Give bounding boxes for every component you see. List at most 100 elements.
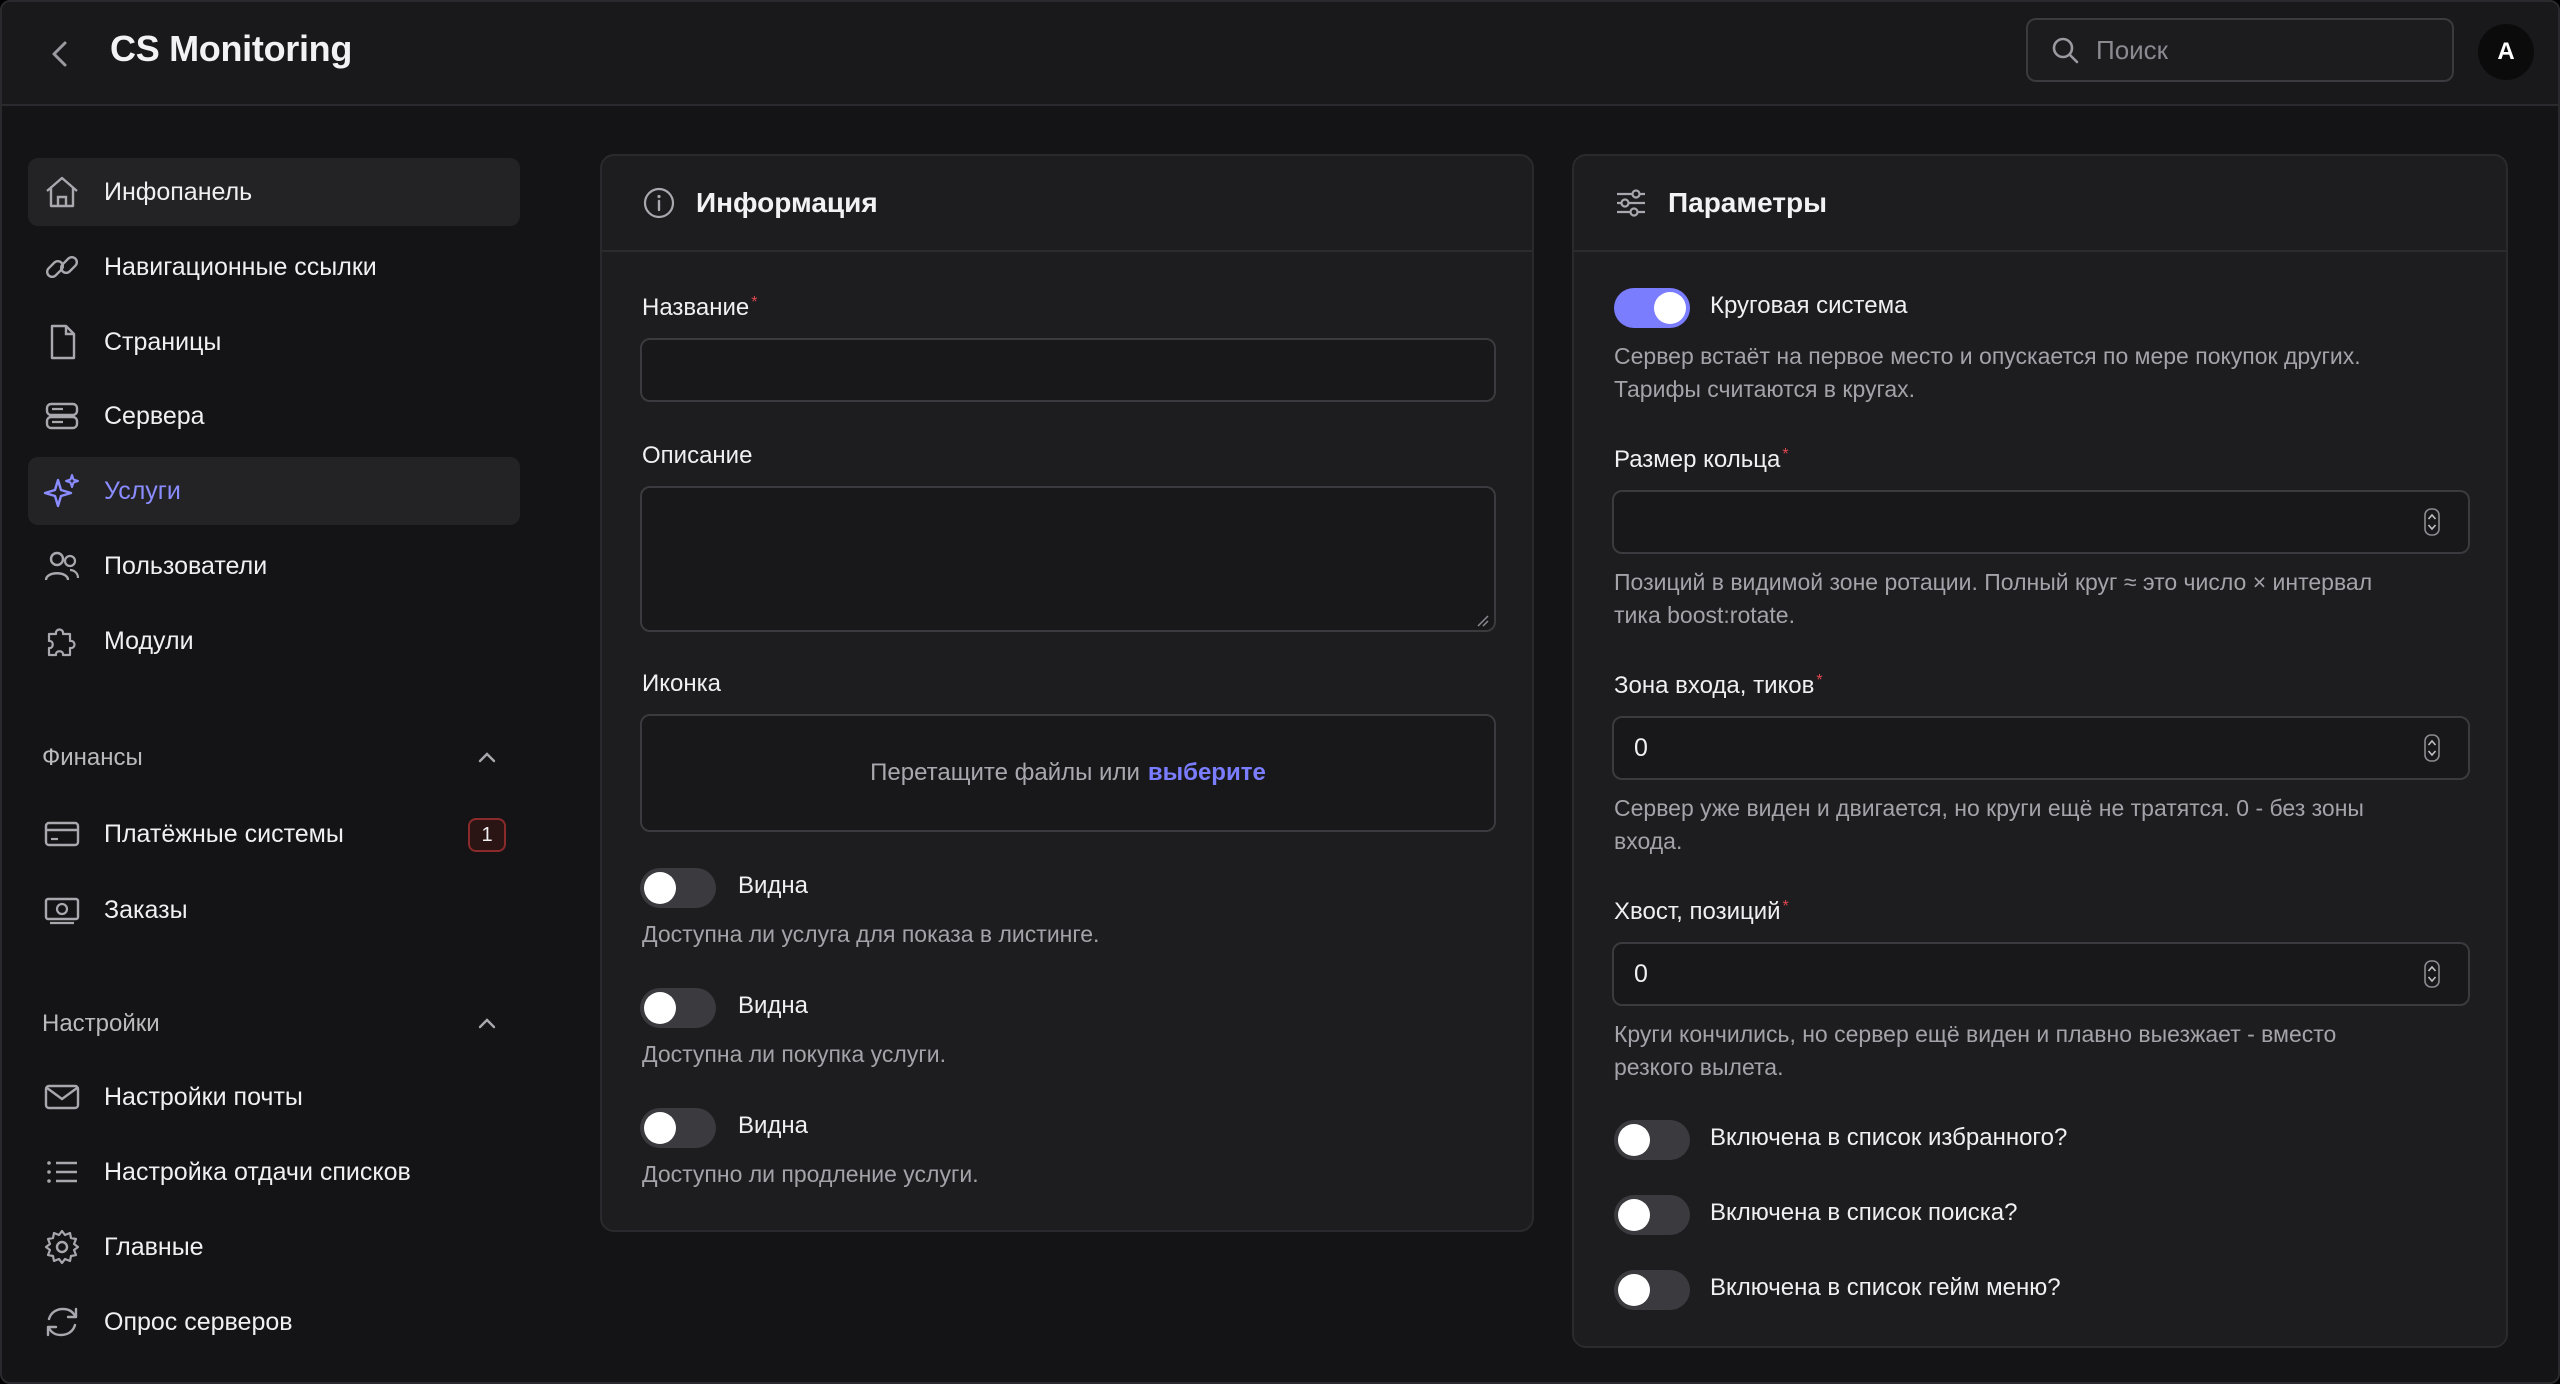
sidebar-item-general[interactable]: Главные <box>28 1213 520 1281</box>
sidebar-item-label: Пользователи <box>104 551 268 580</box>
section-title-settings: Настройки <box>42 1010 160 1037</box>
tail-stepper[interactable] <box>2422 959 2442 989</box>
toggle-knob <box>1618 1274 1650 1306</box>
sidebar-item-nav-links[interactable]: Навигационные ссылки <box>28 233 520 301</box>
toggle-knob <box>1618 1199 1650 1231</box>
link-icon <box>42 247 82 287</box>
dropzone-text: Перетащите файлы или <box>870 759 1140 786</box>
icon-dropzone[interactable]: Перетащите файлы или выберите <box>640 714 1496 832</box>
sidebar-item-users[interactable]: Пользователи <box>28 532 520 600</box>
search-list-label: Включена в список поиска? <box>1710 1199 2018 1226</box>
circular-system-help-line1: Сервер встаёт на первое место и опускает… <box>1614 343 2361 369</box>
stepper-arrows-icon <box>2424 508 2440 536</box>
entry-zone-help-line1: Сервер уже виден и двигается, но круги е… <box>1614 795 2364 821</box>
required-marker: * <box>1782 898 1789 915</box>
section-title-finance: Финансы <box>42 744 143 771</box>
sidebar-item-server-polling[interactable]: Опрос серверов <box>28 1288 520 1356</box>
stepper-arrows-icon <box>2424 734 2440 762</box>
search-list-toggle[interactable] <box>1614 1195 1690 1235</box>
info-icon <box>643 187 675 219</box>
list-icon <box>42 1152 82 1192</box>
tail-help-line1: Круги кончились, но сервер ещё виден и п… <box>1614 1021 2337 1047</box>
chevron-up-icon <box>478 1018 496 1029</box>
renewal-availability-toggle[interactable] <box>640 1108 716 1148</box>
entry-zone-input[interactable] <box>1612 716 2470 780</box>
collapse-settings-button[interactable] <box>472 1008 502 1038</box>
listing-visibility-toggle[interactable] <box>640 868 716 908</box>
renewal-availability-label: Видна <box>738 1112 809 1139</box>
sidebar-item-label: Модули <box>104 626 194 655</box>
sliders-icon <box>1617 189 1645 217</box>
entry-zone-help-line2: входа. <box>1614 828 1683 854</box>
ring-size-label: Размер кольца * <box>1614 446 1789 473</box>
envelope-icon <box>42 1077 82 1117</box>
back-button[interactable] <box>38 32 82 76</box>
info-card-header: Информация <box>602 156 1532 252</box>
toggle-knob <box>1654 292 1686 324</box>
purchase-availability-help: Доступна ли покупка услуги. <box>642 1041 946 1067</box>
sidebar-item-label: Главные <box>104 1232 204 1261</box>
renewal-availability-help: Доступно ли продление услуги. <box>642 1161 979 1187</box>
server-icon <box>42 396 82 436</box>
description-textarea[interactable] <box>640 486 1496 632</box>
params-card-title: Параметры <box>1668 187 1828 218</box>
home-icon <box>42 172 82 212</box>
sidebar-item-servers[interactable]: Сервера <box>28 382 520 450</box>
sidebar-item-dashboard[interactable]: Инфопанель <box>28 158 520 226</box>
icon-label: Иконка <box>642 670 721 697</box>
sidebar-item-label: Страницы <box>104 327 222 356</box>
gear-icon <box>42 1227 82 1267</box>
refresh-icon <box>42 1302 82 1342</box>
game-menu-list-label: Включена в список гейм меню? <box>1710 1274 2061 1301</box>
toggle-knob <box>644 872 676 904</box>
info-card-title: Информация <box>696 187 878 218</box>
circular-system-toggle[interactable] <box>1614 288 1690 328</box>
search-box[interactable] <box>2026 18 2454 82</box>
avatar[interactable]: A <box>2478 24 2534 80</box>
sidebar-item-label: Инфопанель <box>104 177 253 206</box>
sidebar-item-orders[interactable]: Заказы <box>28 876 520 944</box>
browse-files-link[interactable]: выберите <box>1148 759 1266 787</box>
favorites-list-toggle[interactable] <box>1614 1120 1690 1160</box>
search-icon <box>2052 37 2079 64</box>
sidebar-item-label: Сервера <box>104 401 205 430</box>
ring-size-stepper[interactable] <box>2422 507 2442 537</box>
notification-badge: 1 <box>468 818 506 852</box>
tail-input[interactable] <box>1612 942 2470 1006</box>
collapse-finance-button[interactable] <box>472 742 502 772</box>
app-window: CS Monitoring A Инфопанель Навигационные… <box>0 0 2560 1384</box>
sidebar-item-pages[interactable]: Страницы <box>28 308 520 376</box>
sidebar-item-modules[interactable]: Модули <box>28 607 520 675</box>
ring-size-help-line1: Позиций в видимой зоне ротации. Полный к… <box>1614 569 2373 595</box>
purchase-availability-toggle[interactable] <box>640 988 716 1028</box>
puzzle-icon <box>42 621 82 661</box>
ring-size-help-line2: тика boost:rotate. <box>1614 602 1795 628</box>
circular-system-help-line2: Тарифы считаются в кругах. <box>1614 376 1916 402</box>
resize-handle-icon[interactable] <box>1476 614 1490 628</box>
sidebar-item-label: Навигационные ссылки <box>104 252 377 281</box>
sidebar-item-mail-settings[interactable]: Настройки почты <box>28 1063 520 1131</box>
toggle-knob <box>644 1112 676 1144</box>
toggle-knob <box>644 992 676 1024</box>
listing-visibility-help: Доступна ли услуга для показа в листинге… <box>642 921 1100 947</box>
entry-zone-stepper[interactable] <box>2422 733 2442 763</box>
ring-size-input[interactable] <box>1612 490 2470 554</box>
sidebar-item-services[interactable]: Услуги <box>28 457 520 525</box>
game-menu-list-toggle[interactable] <box>1614 1270 1690 1310</box>
search-input[interactable] <box>2094 33 2414 67</box>
users-icon <box>42 546 82 586</box>
entry-zone-label: Зона входа, тиков * <box>1614 672 1823 699</box>
params-card: Параметры Круговая система Сервер встаёт… <box>1572 154 2508 1348</box>
circular-system-label: Круговая система <box>1710 292 1908 319</box>
sidebar-item-list-settings[interactable]: Настройка отдачи списков <box>28 1138 520 1206</box>
params-card-header: Параметры <box>1574 156 2506 252</box>
required-marker: * <box>751 294 758 311</box>
listing-visibility-label: Видна <box>738 872 809 899</box>
chevron-left-icon <box>52 41 67 67</box>
name-input[interactable] <box>640 338 1496 402</box>
sidebar-item-label: Настройка отдачи списков <box>104 1157 411 1186</box>
description-label: Описание <box>642 442 753 469</box>
tail-label: Хвост, позиций * <box>1614 898 1789 925</box>
sparkles-icon <box>42 471 82 511</box>
sidebar-item-payment-systems[interactable]: Платёжные системы 1 <box>28 800 520 868</box>
